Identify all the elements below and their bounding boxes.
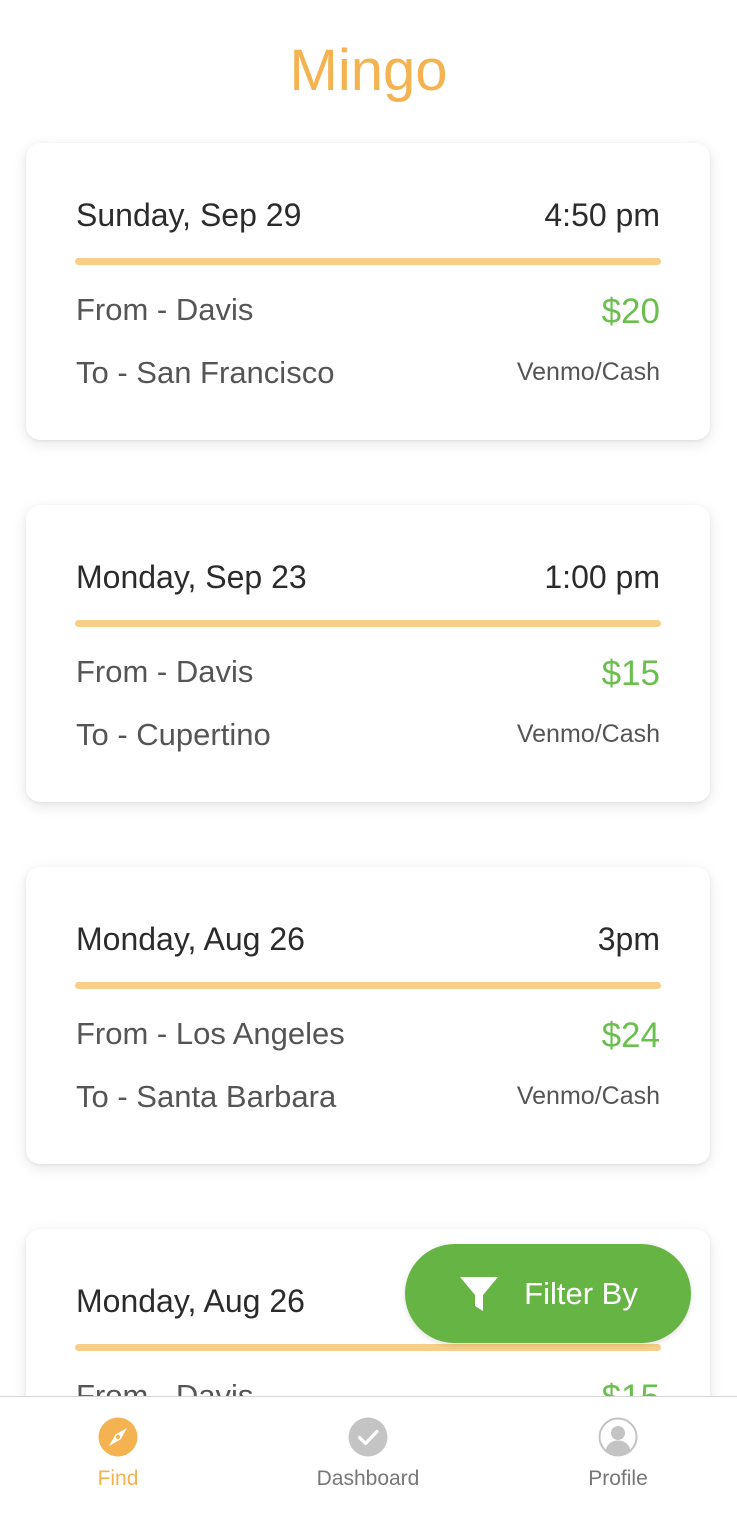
- ride-date: Sunday, Sep 29: [76, 197, 302, 233]
- ride-origin: From - Davis: [76, 1378, 254, 1396]
- ride-price: $15: [601, 654, 660, 693]
- user-avatar-icon: [598, 1417, 638, 1457]
- card-divider: [75, 620, 661, 627]
- ride-time: 1:00 pm: [544, 559, 660, 595]
- ride-destination: To - Cupertino: [76, 717, 271, 752]
- ride-card[interactable]: Monday, Aug 26 3pm From - Los Angeles To…: [26, 867, 710, 1164]
- ride-time: 4:50 pm: [544, 197, 660, 233]
- tab-dashboard[interactable]: Dashboard: [245, 1397, 491, 1514]
- compass-icon: [98, 1417, 138, 1457]
- check-circle-icon: [348, 1417, 388, 1457]
- ride-card[interactable]: Sunday, Sep 29 4:50 pm From - Davis To -…: [26, 143, 710, 440]
- ride-origin: From - Davis: [76, 654, 254, 689]
- ride-date: Monday, Aug 26: [76, 921, 305, 957]
- tab-label: Dashboard: [316, 1467, 420, 1490]
- card-divider: [75, 982, 661, 989]
- tab-label: Find: [97, 1467, 139, 1490]
- tab-find[interactable]: Find: [0, 1397, 241, 1514]
- ride-time: 3pm: [597, 921, 660, 957]
- ride-price: $20: [601, 292, 660, 331]
- card-divider: [75, 1344, 661, 1351]
- filter-button[interactable]: Filter By: [405, 1244, 691, 1343]
- payment-method: Venmo/Cash: [516, 720, 660, 748]
- app-title: Mingo: [289, 38, 448, 103]
- ride-feed[interactable]: Mingo Sunday, Sep 29 4:50 pm From - Davi…: [0, 0, 737, 1396]
- ride-date: Monday, Aug 26: [76, 1283, 305, 1319]
- funnel-icon: [460, 1276, 499, 1311]
- payment-method: Venmo/Cash: [516, 358, 660, 386]
- ride-origin: From - Davis: [76, 292, 254, 327]
- tab-profile[interactable]: Profile: [495, 1397, 737, 1514]
- card-divider: [75, 258, 661, 265]
- bottom-tab-bar: Find Dashboard Profile: [0, 1396, 737, 1514]
- ride-price: $24: [601, 1016, 660, 1055]
- ride-price: $15: [602, 1377, 660, 1396]
- ride-date: Monday, Sep 23: [76, 559, 307, 595]
- payment-method: Venmo/Cash: [516, 1082, 660, 1110]
- tab-label: Profile: [588, 1467, 648, 1490]
- ride-destination: To - San Francisco: [76, 355, 335, 390]
- filter-button-label: Filter By: [524, 1275, 638, 1311]
- ride-destination: To - Santa Barbara: [76, 1079, 337, 1114]
- ride-card[interactable]: Monday, Sep 23 1:00 pm From - Davis To -…: [26, 505, 710, 802]
- ride-origin: From - Los Angeles: [76, 1016, 345, 1051]
